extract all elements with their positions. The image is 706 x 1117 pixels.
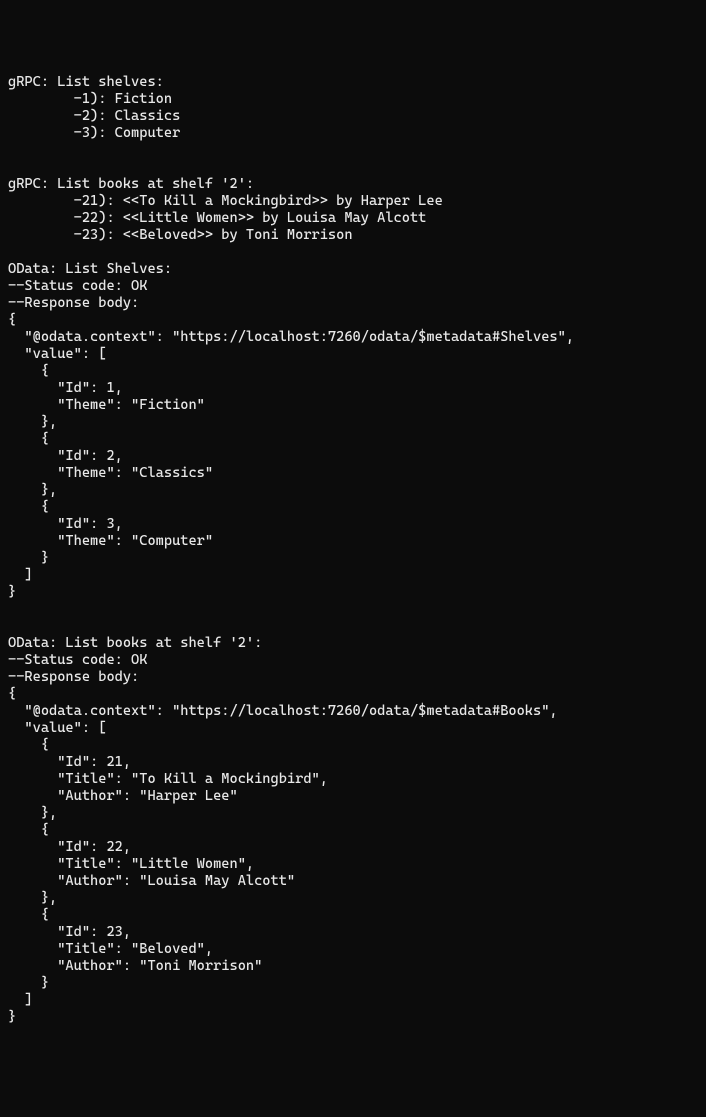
console-line: ] bbox=[8, 992, 698, 1009]
console-line: "@odata.context": "https://localhost:726… bbox=[8, 703, 698, 720]
console-line: "Author": "Harper Lee" bbox=[8, 788, 698, 805]
console-line: "Theme": "Computer" bbox=[8, 533, 698, 550]
console-line: gRPC: List shelves: bbox=[8, 74, 698, 91]
console-line: --Status code: OK bbox=[8, 278, 698, 295]
console-line bbox=[8, 159, 698, 176]
console-line: "Id": 3, bbox=[8, 516, 698, 533]
console-line: "Theme": "Classics" bbox=[8, 465, 698, 482]
console-line: "Author": "Louisa May Alcott" bbox=[8, 873, 698, 890]
console-line: }, bbox=[8, 414, 698, 431]
console-line: --Status code: OK bbox=[8, 652, 698, 669]
console-line: { bbox=[8, 737, 698, 754]
console-line: { bbox=[8, 363, 698, 380]
console-line bbox=[8, 142, 698, 159]
console-line: OData: List books at shelf '2': bbox=[8, 635, 698, 652]
console-line: --Response body: bbox=[8, 669, 698, 686]
console-line: { bbox=[8, 499, 698, 516]
console-line: } bbox=[8, 584, 698, 601]
console-line: }, bbox=[8, 890, 698, 907]
console-line: "@odata.context": "https://localhost:726… bbox=[8, 329, 698, 346]
console-line: } bbox=[8, 550, 698, 567]
console-line: "Id": 22, bbox=[8, 839, 698, 856]
console-line: "Title": "To Kill a Mockingbird", bbox=[8, 771, 698, 788]
console-line: "Theme": "Fiction" bbox=[8, 397, 698, 414]
console-line: "Id": 1, bbox=[8, 380, 698, 397]
console-line: OData: List Shelves: bbox=[8, 261, 698, 278]
console-line: "Id": 2, bbox=[8, 448, 698, 465]
console-line: gRPC: List books at shelf '2': bbox=[8, 176, 698, 193]
console-line bbox=[8, 618, 698, 635]
console-line: "value": [ bbox=[8, 720, 698, 737]
console-line: } bbox=[8, 975, 698, 992]
console-line: "Id": 23, bbox=[8, 924, 698, 941]
console-line: -22): <<Little Women>> by Louisa May Alc… bbox=[8, 210, 698, 227]
console-line bbox=[8, 601, 698, 618]
console-line: -2): Classics bbox=[8, 108, 698, 125]
console-line: -1): Fiction bbox=[8, 91, 698, 108]
console-output: gRPC: List shelves: -1): Fiction -2): Cl… bbox=[8, 74, 698, 1026]
console-line: "Title": "Little Women", bbox=[8, 856, 698, 873]
console-line: ] bbox=[8, 567, 698, 584]
console-line: }, bbox=[8, 482, 698, 499]
console-line: -3): Computer bbox=[8, 125, 698, 142]
console-line: { bbox=[8, 907, 698, 924]
console-line: "value": [ bbox=[8, 346, 698, 363]
console-line bbox=[8, 244, 698, 261]
console-line: --Response body: bbox=[8, 295, 698, 312]
console-line: "Author": "Toni Morrison" bbox=[8, 958, 698, 975]
console-line: }, bbox=[8, 805, 698, 822]
console-line: } bbox=[8, 1009, 698, 1026]
console-line: { bbox=[8, 822, 698, 839]
console-line: { bbox=[8, 686, 698, 703]
console-line: { bbox=[8, 431, 698, 448]
console-line: "Title": "Beloved", bbox=[8, 941, 698, 958]
console-line: -23): <<Beloved>> by Toni Morrison bbox=[8, 227, 698, 244]
console-line: "Id": 21, bbox=[8, 754, 698, 771]
console-line: -21): <<To Kill a Mockingbird>> by Harpe… bbox=[8, 193, 698, 210]
console-line: { bbox=[8, 312, 698, 329]
